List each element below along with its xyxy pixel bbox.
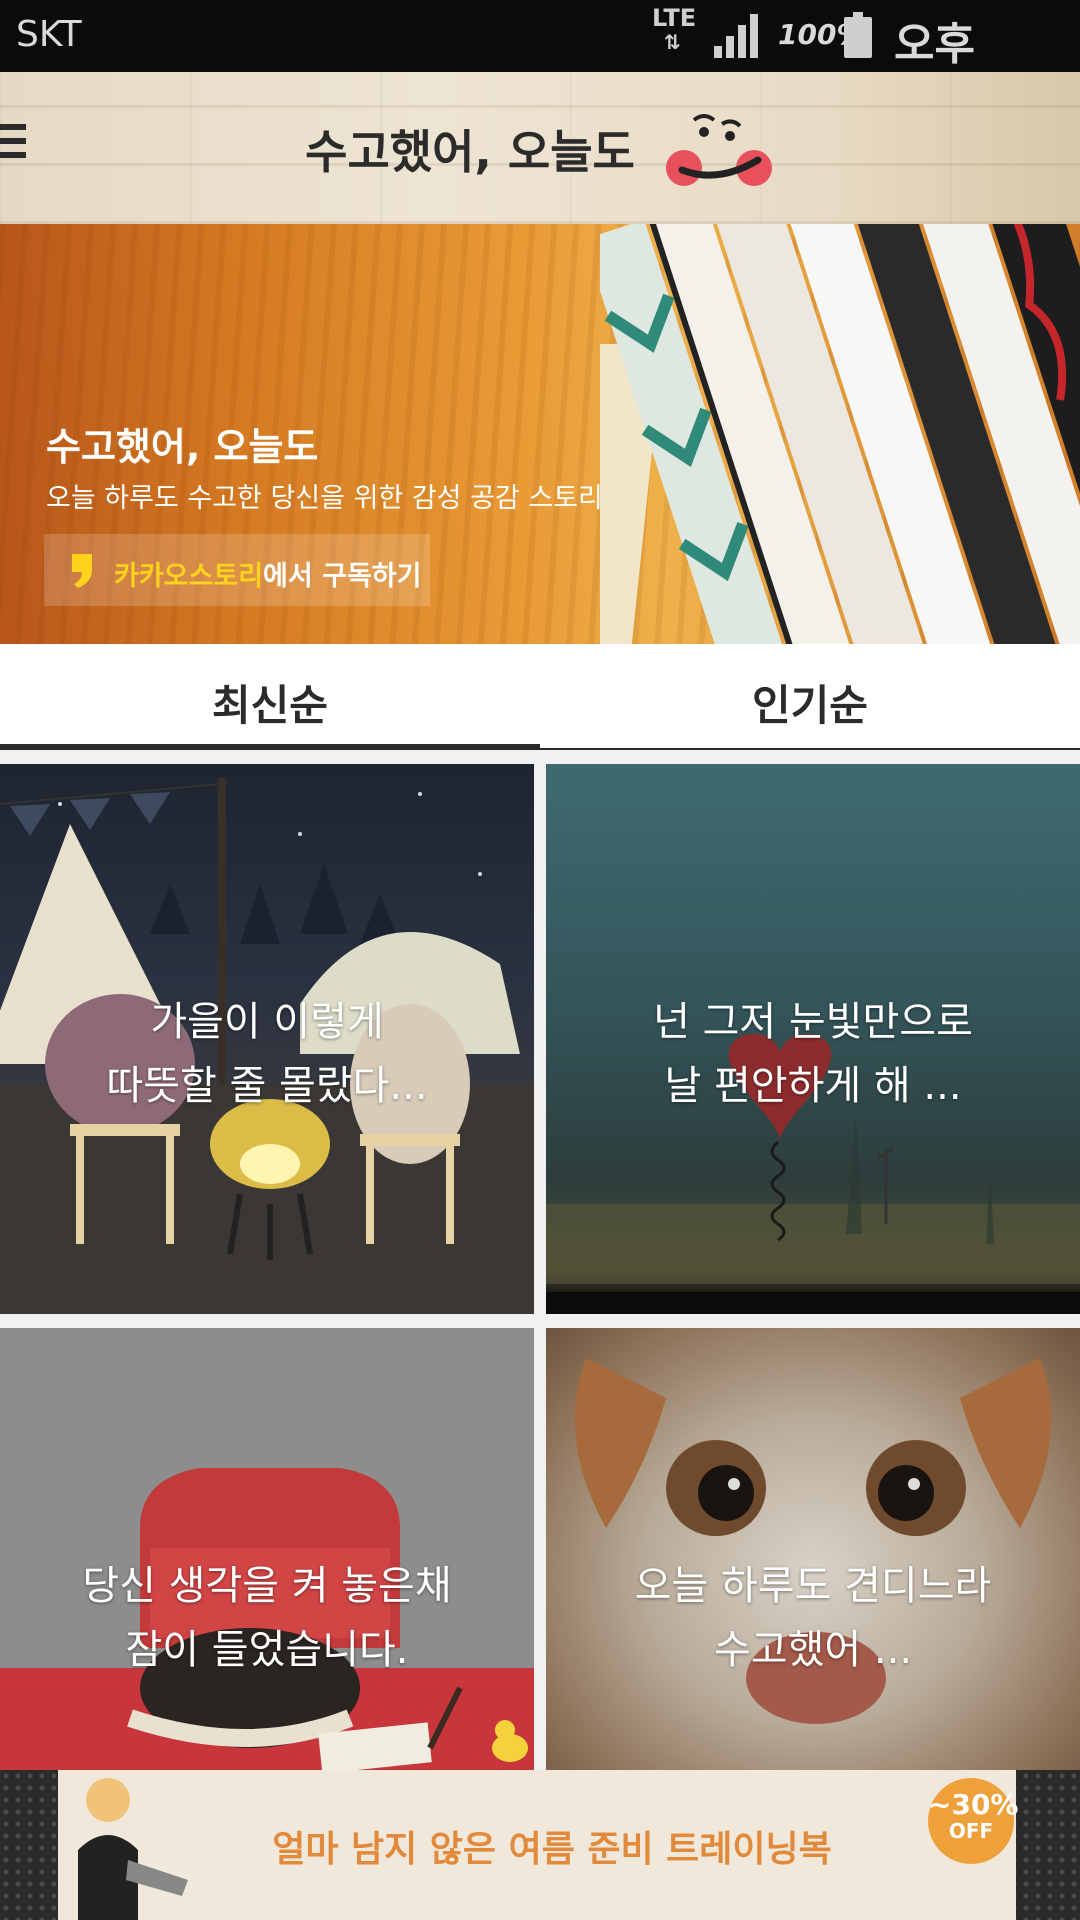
app-bar: 수고했어, 오늘도	[0, 72, 1080, 224]
books-image	[600, 224, 1080, 644]
discount-off: OFF	[948, 1819, 994, 1843]
caption-line: 날 편안하게 해 ...	[664, 1063, 962, 1109]
hero-title: 수고했어, 오늘도	[46, 425, 319, 469]
tab-popular-label: 인기순	[752, 681, 868, 730]
hero-banner: 수고했어, 오늘도 오늘 하루도 수고한 당신을 위한 감성 공감 스토리 카카…	[0, 224, 1080, 644]
caption-line: 따뜻할 줄 몰랐다...	[106, 1063, 428, 1109]
discount-badge: ~30% OFF	[928, 1778, 1019, 1864]
kakaostory-icon	[72, 554, 92, 588]
ad-banner[interactable]: 얼마 남지 않은 여름 준비 트레이닝복 ~30% OFF	[0, 1770, 1080, 1920]
subscribe-kakaostory-button[interactable]: 카카오스토리에서 구독하기	[44, 534, 430, 606]
caption-line: 수고했어 ...	[713, 1627, 913, 1673]
subscribe-rest: 에서 구독하기	[263, 561, 422, 592]
story-caption: 넌 그저 눈빛만으로 날 편안하게 해 ...	[546, 990, 1080, 1118]
mascot-logo-icon	[666, 114, 772, 186]
caption-line: 가을이 이렇게	[150, 999, 384, 1045]
caption-line: 잠이 들었습니다.	[125, 1627, 409, 1673]
story-caption: 가을이 이렇게 따뜻할 줄 몰랐다...	[0, 990, 534, 1118]
hero-subtitle: 오늘 하루도 수고한 당신을 위한 감성 공감 스토리	[46, 483, 603, 514]
network-type: LTE	[652, 4, 697, 32]
sleeping-girl-illustration	[0, 1468, 534, 1770]
carrier-label: SKT	[16, 14, 82, 55]
ad-text: 얼마 남지 않은 여름 준비 트레이닝복	[272, 1829, 832, 1870]
signal-icon	[714, 14, 758, 58]
story-card[interactable]: 오늘 하루도 견디느라 수고했어 ...	[546, 1328, 1080, 1770]
discount-percent: ~30%	[928, 1788, 1019, 1821]
tab-latest[interactable]: 최신순	[0, 644, 540, 750]
story-caption: 당신 생각을 켜 놓은채 잠이 들었습니다.	[0, 1554, 534, 1682]
sort-tabs: 최신순 인기순	[0, 644, 1080, 750]
story-grid: 가을이 이렇게 따뜻할 줄 몰랐다... 넌 그저 눈빛만으로 날 편안하게 해…	[0, 750, 1080, 1770]
subscribe-brand: 카카오스토리	[114, 561, 264, 592]
caption-line: 넌 그저 눈빛만으로	[653, 999, 973, 1045]
page-title: 수고했어, 오늘도	[305, 125, 635, 179]
story-card[interactable]: 당신 생각을 켜 놓은채 잠이 들었습니다.	[0, 1328, 534, 1770]
ad-model-image	[78, 1778, 188, 1920]
story-card[interactable]: 가을이 이렇게 따뜻할 줄 몰랐다...	[0, 764, 534, 1314]
data-arrows-icon: ⇅	[664, 30, 681, 54]
subscribe-label: 카카오스토리에서 구독하기	[114, 554, 422, 593]
caption-line: 오늘 하루도 견디느라	[634, 1563, 992, 1609]
tab-latest-label: 최신순	[212, 681, 328, 730]
caption-line: 당신 생각을 켜 놓은채	[82, 1563, 452, 1609]
story-caption: 오늘 하루도 견디느라 수고했어 ...	[546, 1554, 1080, 1682]
dog-photo	[574, 1358, 1052, 1724]
network-indicator: LTE ⇅	[652, 6, 696, 54]
status-bar: SKT LTE ⇅ 100% 오후 5:33	[0, 0, 1080, 123]
story-card[interactable]: 넌 그저 눈빛만으로 날 편안하게 해 ...	[546, 764, 1080, 1314]
ad-creative[interactable]: 얼마 남지 않은 여름 준비 트레이닝복 ~30% OFF	[58, 1770, 1019, 1920]
battery-icon	[844, 12, 872, 58]
tab-popular[interactable]: 인기순	[540, 644, 1080, 750]
